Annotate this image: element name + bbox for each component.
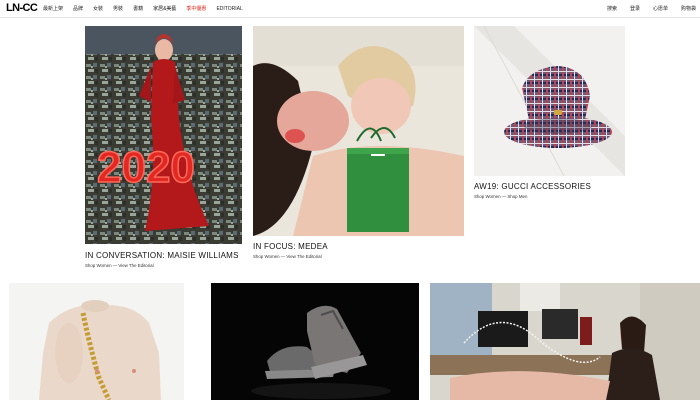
editorial-image-gucci-accessories[interactable] <box>474 26 625 176</box>
login-link[interactable]: 登录 <box>630 5 640 12</box>
article-links: Shop Women — View The Editorial <box>85 263 239 268</box>
gucci-bucket-hat-photo <box>474 26 625 176</box>
editorial-image-torso-sculpture[interactable] <box>9 283 184 400</box>
article-links: Shop Women — Shop Men <box>474 194 591 199</box>
office-photo <box>430 283 700 400</box>
neon-2020-sign: 2020 <box>97 143 195 192</box>
nav-item-editorial[interactable]: EDITORIAL <box>216 6 242 12</box>
editorial-image-office[interactable] <box>430 283 700 400</box>
editorial-image-sneakers[interactable] <box>211 283 419 400</box>
shop-women-link[interactable]: Shop Women <box>85 263 112 268</box>
article-title[interactable]: IN CONVERSATION: MAISIE WILLIAMS <box>85 251 239 260</box>
wishlist-link[interactable]: 心愿单 <box>653 5 668 12</box>
caption-gucci-accessories: AW19: GUCCI ACCESSORIES Shop Women — Sho… <box>474 182 591 199</box>
torso-chain-photo <box>9 283 184 400</box>
nav-item-books[interactable]: 書籍 <box>133 5 143 12</box>
shop-women-link[interactable]: Shop Women <box>253 254 280 259</box>
shop-women-link[interactable]: Shop Women <box>474 194 501 199</box>
nav-item-brands[interactable]: 品牌 <box>73 5 83 12</box>
view-editorial-link[interactable]: View The Editorial <box>286 254 321 259</box>
medea-photo <box>253 26 464 236</box>
sneakers-photo <box>211 283 419 400</box>
caption-medea: IN FOCUS: MEDEA Shop Women — View The Ed… <box>253 242 328 259</box>
nav-item-new-arrivals[interactable]: 最新上架 <box>43 5 63 12</box>
editorial-image-maisie-williams[interactable]: 2020 <box>85 26 242 244</box>
top-navigation-bar: LN-CC 最新上架 品牌 女裝 男裝 書籍 家居&美藝 季中優惠 EDITOR… <box>0 0 700 18</box>
shop-men-link[interactable]: Shop Men <box>507 194 527 199</box>
article-title[interactable]: IN FOCUS: MEDEA <box>253 242 328 251</box>
search-link[interactable]: 搜索 <box>607 5 617 12</box>
site-logo[interactable]: LN-CC <box>6 2 38 14</box>
article-title[interactable]: AW19: GUCCI ACCESSORIES <box>474 182 591 191</box>
nav-item-women[interactable]: 女裝 <box>93 5 103 12</box>
editorial-image-medea[interactable] <box>253 26 464 236</box>
shopping-bag-link[interactable]: 购物袋 <box>681 5 696 12</box>
nav-item-men[interactable]: 男裝 <box>113 5 123 12</box>
caption-maisie-williams: IN CONVERSATION: MAISIE WILLIAMS Shop Wo… <box>85 251 239 268</box>
main-nav: 最新上架 品牌 女裝 男裝 書籍 家居&美藝 季中優惠 EDITORIAL <box>43 0 253 17</box>
article-links: Shop Women — View The Editorial <box>253 254 328 259</box>
maisie-williams-photo: 2020 <box>85 26 242 244</box>
account-nav: 搜索 登录 心愿单 购物袋 <box>594 0 696 17</box>
nav-item-sale[interactable]: 季中優惠 <box>186 5 206 12</box>
view-editorial-link[interactable]: View The Editorial <box>118 263 153 268</box>
nav-item-home-art[interactable]: 家居&美藝 <box>153 5 176 12</box>
